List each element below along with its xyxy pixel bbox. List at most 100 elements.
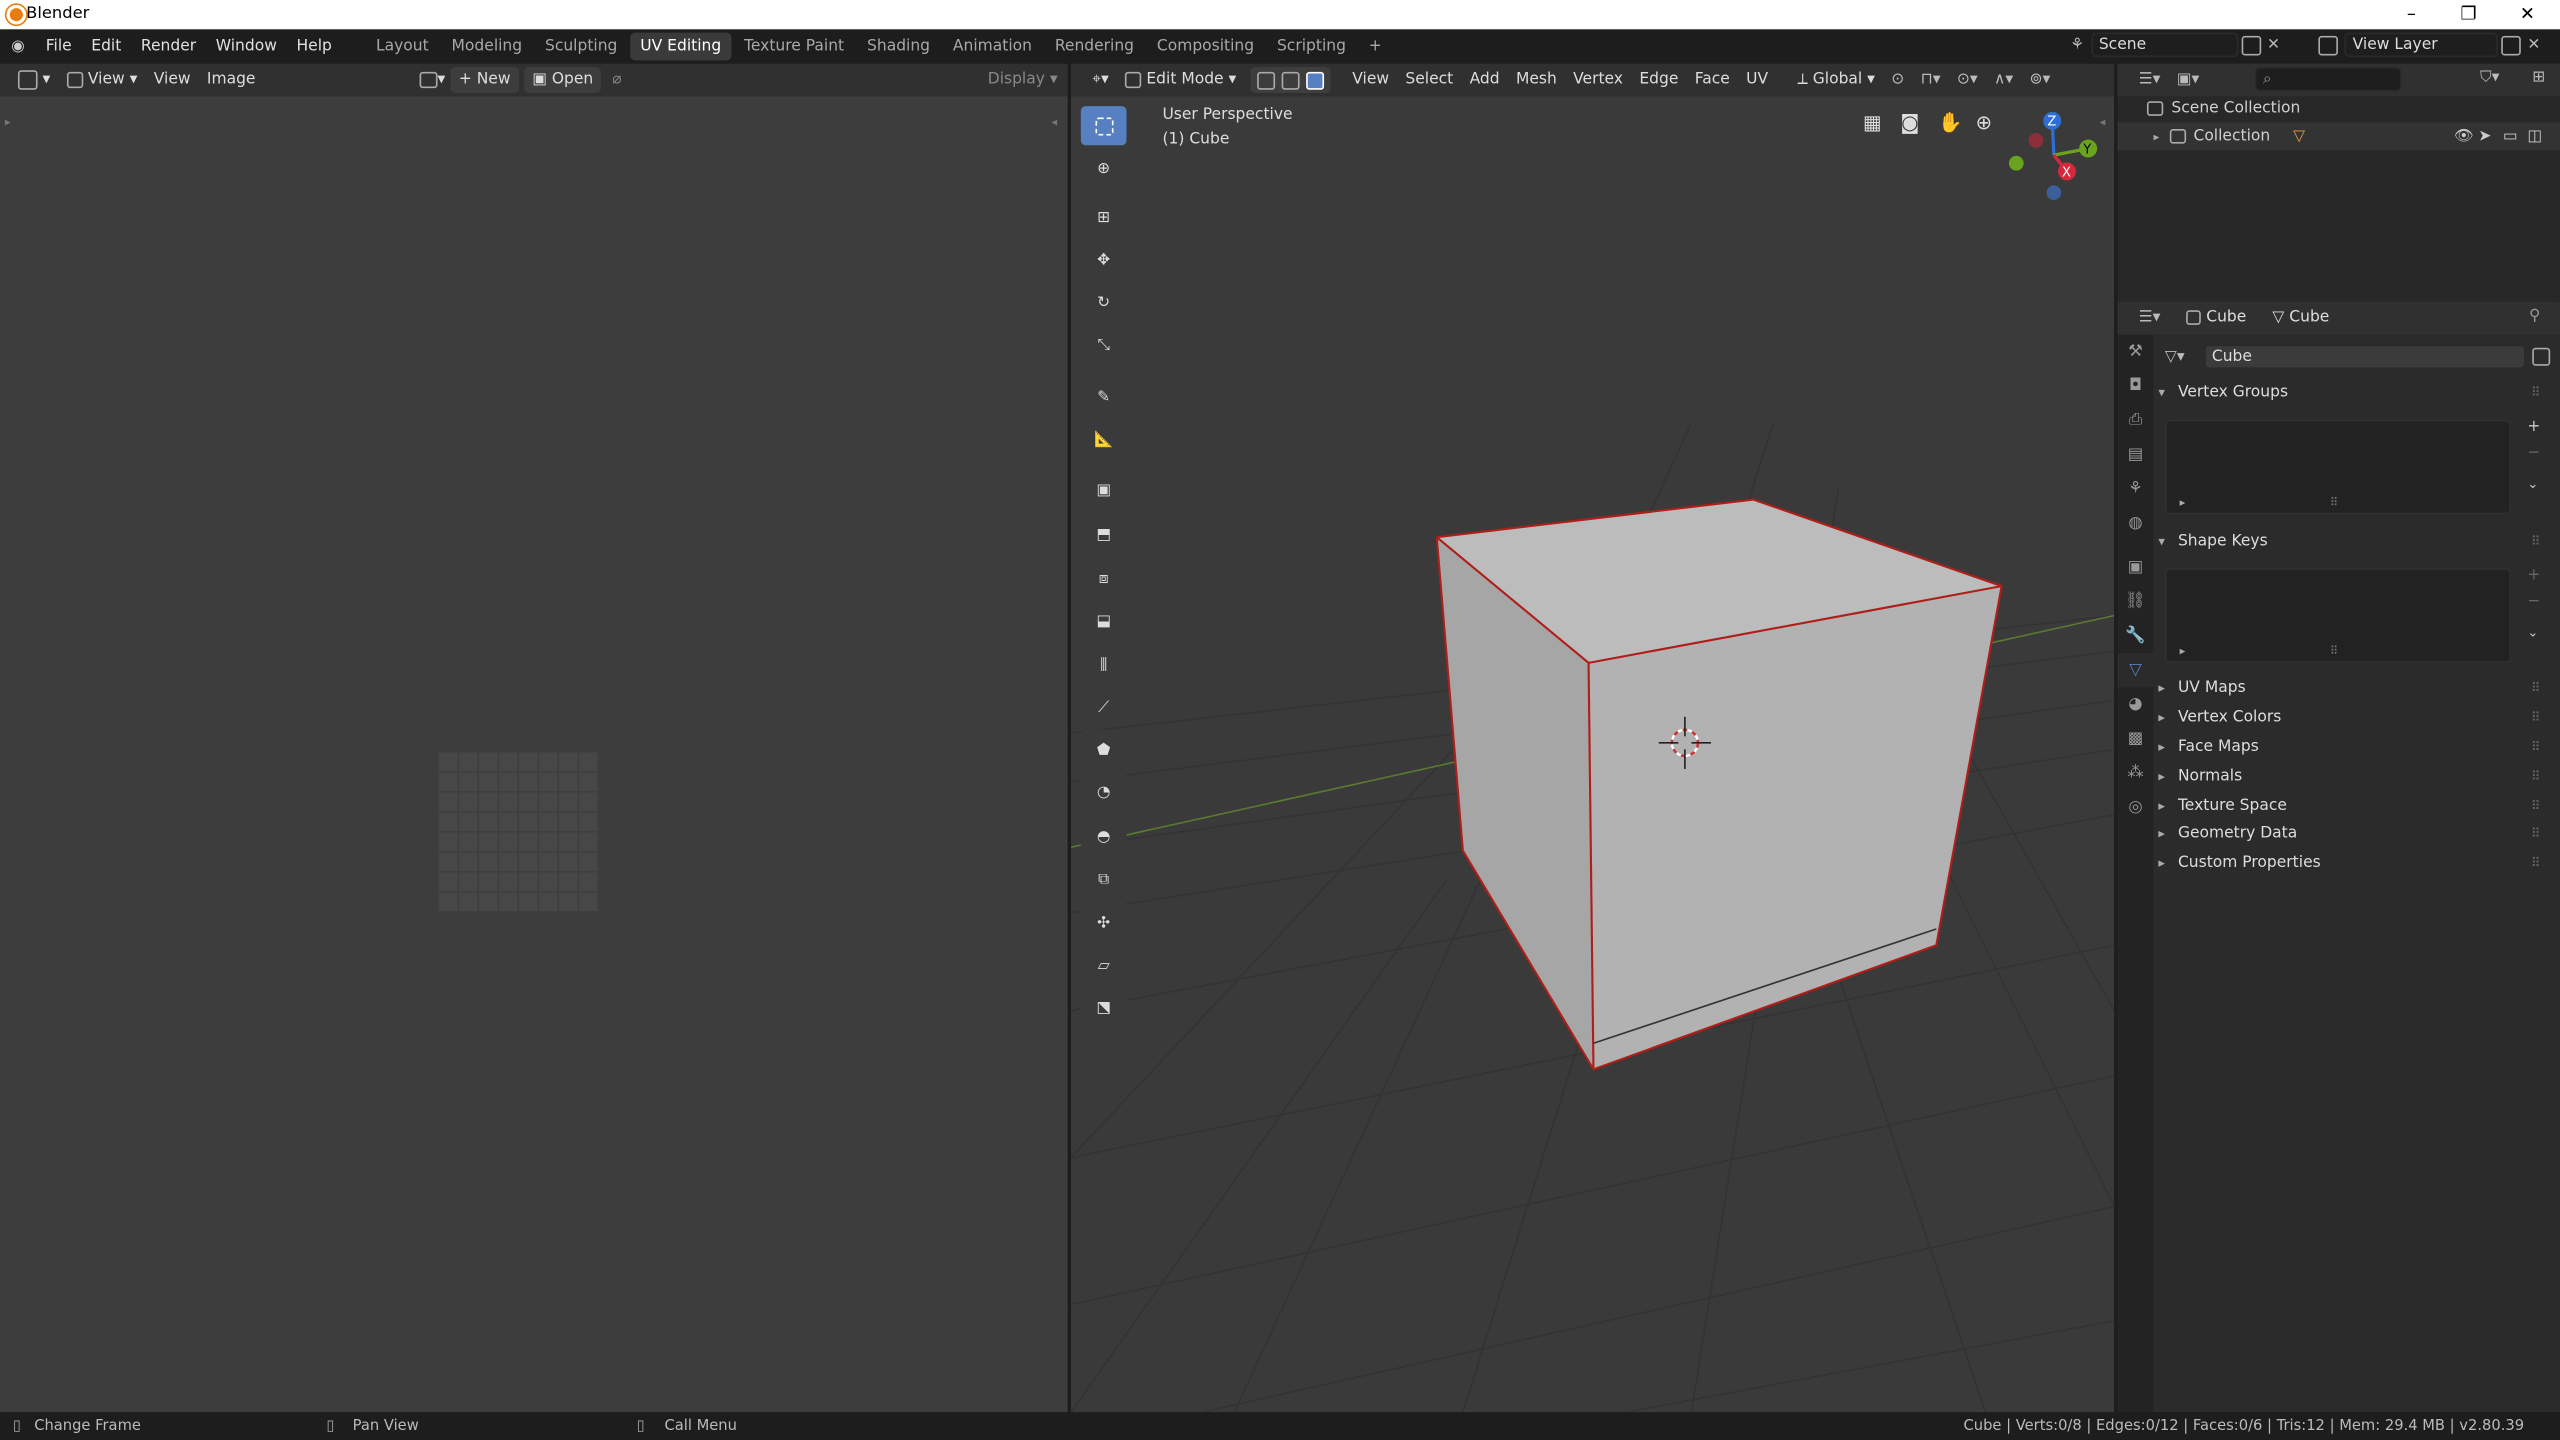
texture-space-panel-header[interactable]: ▸ Texture Space ⠿: [2158, 792, 2553, 821]
shape-key-specials-icon[interactable]: ⌄: [2527, 625, 2538, 640]
shear-tool[interactable]: ▱: [1080, 945, 1127, 985]
drag-handle-icon[interactable]: ⠿: [2531, 762, 2541, 791]
knife-tool[interactable]: ⟋: [1080, 687, 1127, 727]
scene-name-field[interactable]: Scene: [2090, 32, 2238, 58]
drag-handle-icon[interactable]: ⠿: [2531, 820, 2541, 849]
expand-arrow-icon[interactable]: ▸: [2153, 130, 2159, 143]
orientation-dropdown[interactable]: ⟂ Global ▾: [1789, 67, 1883, 93]
display-dropdown[interactable]: Display ▾: [980, 67, 1066, 93]
shrink-fatten-tool[interactable]: ✣: [1080, 902, 1127, 943]
tab-animation[interactable]: Animation: [943, 33, 1042, 61]
view-layer-icon[interactable]: [2318, 35, 2338, 55]
pin-image-icon[interactable]: ⌀: [604, 67, 630, 93]
scene-collection-row[interactable]: Scene Collection: [2146, 100, 2300, 118]
breadcrumb-mesh[interactable]: ▽ Cube: [2264, 305, 2337, 331]
shape-keys-list[interactable]: ▸ ⠿: [2164, 568, 2512, 663]
vp-menu-vertex[interactable]: Vertex: [1565, 67, 1631, 93]
tab-compositing[interactable]: Compositing: [1147, 33, 1264, 61]
tab-layout[interactable]: Layout: [366, 33, 438, 61]
mesh-data-tab-icon[interactable]: ▽: [2117, 653, 2154, 688]
outliner-editor-type-icon[interactable]: ☰▾: [2131, 67, 2169, 93]
vp-menu-face[interactable]: Face: [1687, 67, 1738, 93]
shape-keys-panel-header[interactable]: ▾ Shape Keys ⠿: [2158, 527, 2553, 556]
pin-icon[interactable]: ⚲: [2529, 307, 2540, 325]
view-layer-field[interactable]: View Layer: [2344, 32, 2498, 58]
breadcrumb-object[interactable]: Cube: [2178, 305, 2254, 331]
texture-tab-icon[interactable]: ▩: [2118, 722, 2154, 756]
vp-menu-add[interactable]: Add: [1461, 67, 1507, 93]
uv-editor-canvas[interactable]: ▸ ◂: [0, 96, 1068, 1413]
uv-view-mode-dropdown[interactable]: View ▾: [58, 67, 145, 93]
overlay-icon[interactable]: ⊚▾: [2021, 67, 2058, 93]
viewport-disable-icon[interactable]: ▭: [2503, 127, 2518, 145]
blender-menu-icon[interactable]: ◉: [0, 38, 36, 56]
render-tab-icon[interactable]: ◘: [2118, 369, 2154, 403]
vertex-groups-panel-header[interactable]: ▾ Vertex Groups ⠿: [2158, 379, 2553, 408]
vp-menu-uv[interactable]: UV: [1738, 67, 1776, 93]
vp-menu-edge[interactable]: Edge: [1631, 67, 1686, 93]
maximize-button[interactable]: ❐: [2444, 2, 2493, 28]
tab-texture-paint[interactable]: Texture Paint: [734, 33, 854, 61]
new-collection-icon[interactable]: ⊞: [2532, 69, 2545, 87]
new-view-layer-icon[interactable]: [2501, 35, 2521, 55]
selectable-arrow-icon[interactable]: ➤: [2478, 127, 2491, 145]
vertex-group-specials-icon[interactable]: ⌄: [2527, 477, 2538, 492]
gizmo-neg-z-icon[interactable]: [2046, 185, 2062, 200]
3d-viewport[interactable]: User Perspective (1) Cube ⊕ ⊞ ✥ ↻ ⤡ ✎ 📐 …: [1071, 96, 2115, 1413]
smooth-tool[interactable]: ◓: [1080, 816, 1127, 856]
fake-user-icon[interactable]: [2532, 347, 2551, 366]
cube-mesh[interactable]: [1435, 498, 2003, 1071]
collection-row[interactable]: ▸ Collection ▽ 👁 ➤ ▭ ◫: [2117, 122, 2560, 151]
uv-maps-panel-header[interactable]: ▸ UV Maps ⠿: [2158, 674, 2553, 703]
scale-tool[interactable]: ⤡: [1080, 324, 1127, 365]
select-box-tool[interactable]: [1080, 106, 1127, 146]
filter-icon[interactable]: ⛉▾: [2480, 69, 2499, 87]
list-resize-handle-icon[interactable]: ⠿: [2330, 645, 2338, 658]
tab-uv-editing[interactable]: UV Editing: [630, 32, 731, 61]
render-disable-icon[interactable]: ◫: [2527, 127, 2542, 145]
scene-tab-icon[interactable]: ⚘: [2118, 472, 2154, 506]
tab-modeling[interactable]: Modeling: [442, 33, 532, 61]
rip-tool[interactable]: ⬔: [1080, 987, 1127, 1027]
face-select-icon[interactable]: [1306, 71, 1325, 89]
menu-window[interactable]: Window: [206, 29, 287, 63]
pivot-icon[interactable]: ⊙: [1883, 67, 1912, 93]
display-mode-icon[interactable]: ▣▾: [2169, 67, 2208, 93]
annotate-tool[interactable]: ✎: [1080, 377, 1127, 417]
mode-dropdown[interactable]: Edit Mode ▾: [1117, 67, 1245, 93]
gizmo-neg-y-icon[interactable]: [2008, 155, 2024, 171]
vp-menu-select[interactable]: Select: [1397, 67, 1461, 93]
drag-handle-icon[interactable]: ⠿: [2531, 849, 2541, 878]
new-scene-icon[interactable]: [2240, 35, 2261, 55]
transform-tool[interactable]: ⊞: [1080, 197, 1127, 237]
sidebar-expand-icon[interactable]: ◂: [1051, 116, 1057, 129]
edge-select-icon[interactable]: [1282, 71, 1301, 89]
tool-tab-icon[interactable]: ⚒: [2118, 335, 2154, 369]
bevel-tool[interactable]: ⬓: [1080, 600, 1127, 640]
new-image-button[interactable]: + New: [450, 66, 519, 94]
proportional-edit-icon[interactable]: ⊙▾: [1949, 67, 1986, 93]
modifiers-tab-icon[interactable]: 🔧: [2118, 619, 2154, 653]
add-vertex-group-button[interactable]: +: [2527, 418, 2540, 436]
menu-help[interactable]: Help: [287, 29, 342, 63]
object-tab-icon[interactable]: ▣: [2118, 550, 2154, 584]
add-cube-tool[interactable]: ▣: [1080, 470, 1127, 510]
tab-sculpting[interactable]: Sculpting: [535, 33, 627, 61]
tab-rendering[interactable]: Rendering: [1045, 33, 1144, 61]
list-resize-handle-icon[interactable]: ⠿: [2330, 496, 2338, 509]
uv-menu-image[interactable]: Image: [199, 67, 264, 93]
physics-tab-icon[interactable]: ◎: [2118, 790, 2154, 824]
spin-tool[interactable]: ◔: [1080, 772, 1127, 812]
constraints-tab-icon[interactable]: ⛓: [2118, 584, 2154, 618]
poly-build-tool[interactable]: ⬟: [1080, 729, 1127, 769]
mesh-browse-icon[interactable]: ▽▾: [2165, 348, 2191, 366]
minimize-button[interactable]: –: [2387, 2, 2436, 28]
menu-edit[interactable]: Edit: [81, 29, 131, 63]
cursor-tool[interactable]: ⊕: [1080, 148, 1127, 188]
move-tool[interactable]: ✥: [1080, 239, 1127, 280]
gizmo-neg-x-icon[interactable]: [2028, 133, 2044, 148]
loop-cut-tool[interactable]: ⫼: [1080, 644, 1127, 685]
extrude-tool[interactable]: ⬒: [1080, 514, 1127, 554]
drag-handle-icon[interactable]: ⠿: [2531, 792, 2541, 821]
drag-handle-icon[interactable]: ⠿: [2531, 704, 2541, 733]
